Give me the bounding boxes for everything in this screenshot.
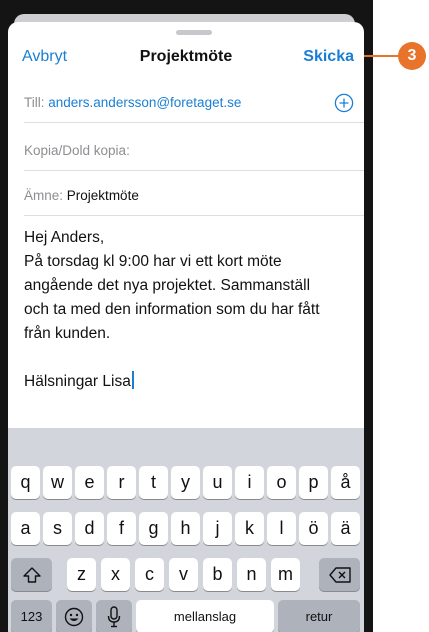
key-ä[interactable]: ä [331, 512, 360, 545]
to-field[interactable]: Till: anders.andersson@foretaget.se [24, 82, 364, 123]
key-x[interactable]: x [101, 558, 130, 591]
key-r[interactable]: r [107, 466, 136, 499]
key-g[interactable]: g [139, 512, 168, 545]
signature-line: Hälsningar Lisa [24, 370, 354, 394]
add-recipient-icon[interactable] [334, 93, 354, 113]
dictation-key[interactable] [96, 600, 132, 632]
keyboard: qwertyuiopå asdfghjklöä zxcvbnm 123 mell… [8, 428, 364, 632]
key-p[interactable]: p [299, 466, 328, 499]
microphone-icon [107, 605, 121, 627]
return-key[interactable]: retur [278, 600, 360, 632]
screenshot: Projektmöte Avbryt Skicka Till: anders.a… [0, 0, 429, 632]
key-t[interactable]: t [139, 466, 168, 499]
cancel-button[interactable]: Avbryt [22, 48, 67, 66]
key-d[interactable]: d [75, 512, 104, 545]
space-key[interactable]: mellanslag [136, 600, 274, 632]
backspace-key[interactable] [319, 558, 360, 591]
key-z[interactable]: z [67, 558, 96, 591]
to-recipient[interactable]: anders.andersson@foretaget.se [48, 95, 241, 110]
message-body[interactable]: Hej Anders, På torsdag kl 9:00 har vi et… [24, 226, 354, 394]
send-button[interactable]: Skicka [303, 48, 354, 66]
phone-frame: Projektmöte Avbryt Skicka Till: anders.a… [0, 0, 373, 632]
body-line: Hej Anders, [24, 229, 105, 246]
sheet-grabber[interactable] [176, 30, 212, 35]
compose-nav-bar: Projektmöte Avbryt Skicka [8, 40, 364, 76]
subject-value[interactable]: Projektmöte [67, 188, 139, 203]
callout-badge: 3 [398, 42, 426, 70]
body-line: angående det nya projektet. Sammanställ [24, 277, 311, 294]
subject-label: Ämne: [24, 188, 64, 203]
body-line: och ta med den information som du har få… [24, 301, 320, 318]
key-s[interactable]: s [43, 512, 72, 545]
key-b[interactable]: b [203, 558, 232, 591]
cc-bcc-field[interactable]: Kopia/Dold kopia: [24, 130, 364, 171]
callout-line [364, 55, 399, 57]
body-line: På torsdag kl 9:00 har vi ett kort möte [24, 253, 282, 270]
key-w[interactable]: w [43, 466, 72, 499]
compose-sheet: Projektmöte Avbryt Skicka Till: anders.a… [8, 22, 364, 632]
key-ö[interactable]: ö [299, 512, 328, 545]
body-line: från kunden. [24, 325, 111, 342]
key-i[interactable]: i [235, 466, 264, 499]
signature: Hälsningar Lisa [24, 373, 131, 390]
key-e[interactable]: e [75, 466, 104, 499]
to-label: Till: [24, 95, 45, 110]
key-å[interactable]: å [331, 466, 360, 499]
subject-field[interactable]: Ämne: Projektmöte [24, 175, 364, 216]
key-v[interactable]: v [169, 558, 198, 591]
key-c[interactable]: c [135, 558, 164, 591]
key-y[interactable]: y [171, 466, 200, 499]
cc-bcc-label: Kopia/Dold kopia: [24, 143, 130, 158]
key-n[interactable]: n [237, 558, 266, 591]
key-f[interactable]: f [107, 512, 136, 545]
key-k[interactable]: k [235, 512, 264, 545]
key-j[interactable]: j [203, 512, 232, 545]
numbers-key[interactable]: 123 [11, 600, 52, 632]
emoji-key[interactable] [56, 600, 92, 632]
backspace-icon [328, 566, 351, 583]
key-l[interactable]: l [267, 512, 296, 545]
key-a[interactable]: a [11, 512, 40, 545]
key-o[interactable]: o [267, 466, 296, 499]
key-h[interactable]: h [171, 512, 200, 545]
emoji-icon [64, 607, 84, 626]
key-q[interactable]: q [11, 466, 40, 499]
key-m[interactable]: m [271, 558, 300, 591]
text-cursor [131, 371, 134, 389]
key-u[interactable]: u [203, 466, 232, 499]
shift-key[interactable] [11, 558, 52, 591]
shift-icon [22, 566, 41, 583]
